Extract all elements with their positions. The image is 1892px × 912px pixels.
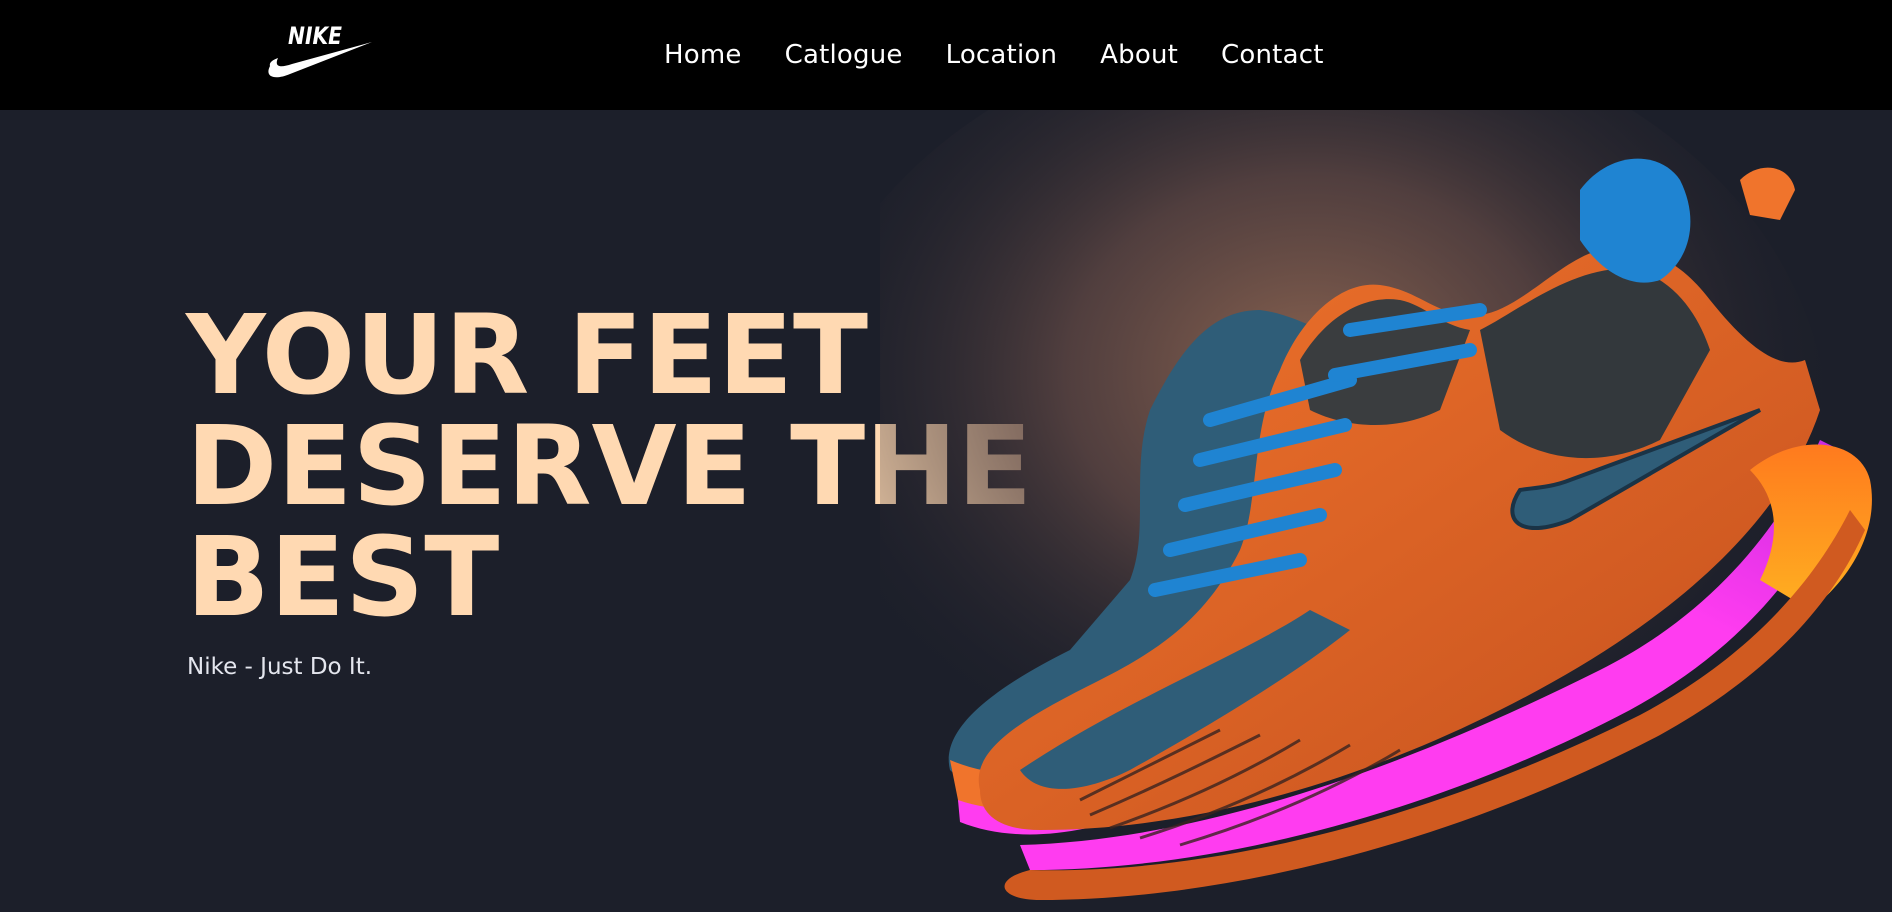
nav-link-location[interactable]: Location [946,40,1058,70]
nav-item-home: Home [664,40,742,70]
nav-item-location: Location [946,40,1058,70]
nav-item-about: About [1100,40,1178,70]
nav-link-catalogue[interactable]: Catlogue [785,40,903,70]
nike-logo[interactable]: NIKE [268,20,374,78]
nike-wordmark: NIKE [288,22,343,50]
nike-swoosh-icon: NIKE [268,22,372,78]
hero-tagline: Nike - Just Do It. [187,654,373,680]
nav-link-home[interactable]: Home [664,40,742,70]
sneaker-product-image [880,110,1892,912]
main-nav: Home Catlogue Location About Contact [664,0,1324,110]
nav-link-contact[interactable]: Contact [1221,40,1324,70]
nav-link-about[interactable]: About [1100,40,1178,70]
top-navbar: NIKE Home Catlogue Location About Contac… [0,0,1892,110]
nav-item-catalogue: Catlogue [785,40,903,70]
nav-item-contact: Contact [1221,40,1324,70]
hero-section: YOUR FEET DESERVE THE BEST Nike - Just D… [0,110,1892,912]
